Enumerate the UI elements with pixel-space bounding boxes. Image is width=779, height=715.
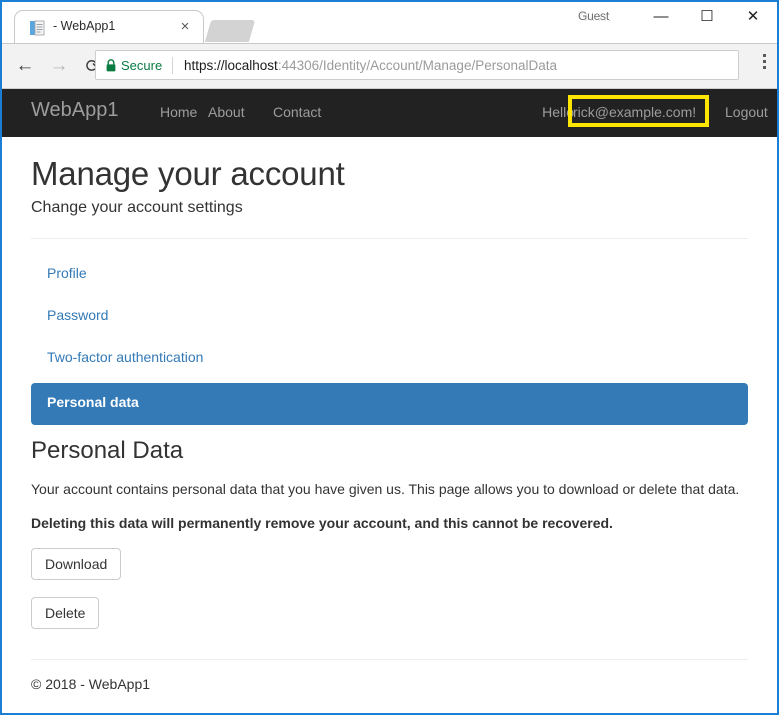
footer-text: © 2018 - WebApp1 xyxy=(31,675,151,692)
account-nav-link-profile[interactable]: Profile xyxy=(47,255,87,281)
account-nav-list: Profile Password Two-factor authenticati… xyxy=(31,255,748,425)
site-navbar: WebApp1 Home About Contact Hello rick@ex… xyxy=(2,89,777,137)
logout-link[interactable]: Logout xyxy=(725,104,768,120)
address-bar[interactable]: Secure https://localhost:44306/Identity/… xyxy=(95,50,739,80)
profile-label[interactable]: Guest xyxy=(578,9,609,23)
header-divider xyxy=(31,238,748,239)
download-button[interactable]: Download xyxy=(31,547,122,580)
three-dot-menu-icon[interactable] xyxy=(763,54,767,76)
nav-item-about[interactable]: About xyxy=(208,104,245,120)
browser-titlebar: - WebApp1 × Guest — ☐ ✕ xyxy=(2,2,777,44)
nav-item-home[interactable]: Home xyxy=(160,104,197,120)
section-title: Personal Data xyxy=(31,437,184,464)
tab-title: - WebApp1 xyxy=(53,19,116,33)
site-brand[interactable]: WebApp1 xyxy=(31,99,118,122)
lock-icon xyxy=(106,59,116,72)
window-close-button[interactable]: ✕ xyxy=(730,2,776,32)
document-icon xyxy=(30,20,45,36)
page-viewport: WebApp1 Home About Contact Hello rick@ex… xyxy=(2,89,777,713)
maximize-icon: ☐ xyxy=(700,8,714,25)
close-icon: ✕ xyxy=(746,8,760,25)
url-path: :44306/Identity/Account/Manage/PersonalD… xyxy=(277,58,557,73)
new-tab-stub[interactable] xyxy=(204,20,256,42)
browser-toolbar: ← → ⟳ Secure https://localhost:44306/Ide… xyxy=(2,44,777,89)
account-nav-item-password: Password xyxy=(31,297,748,339)
omnibox-separator xyxy=(172,57,173,74)
back-icon[interactable]: ← xyxy=(10,51,40,81)
minimize-icon: — xyxy=(653,8,669,25)
delete-button[interactable]: Delete xyxy=(31,596,100,629)
url-domain: https://localhost xyxy=(184,58,278,73)
tab-close-icon[interactable]: × xyxy=(177,19,193,35)
description-paragraph: Your account contains personal data that… xyxy=(31,481,740,497)
account-nav-item-two-factor: Two-factor authentication xyxy=(31,339,748,381)
page-subtitle: Change your account settings xyxy=(31,199,243,216)
account-nav-item-personal-data[interactable]: Personal data xyxy=(31,383,748,425)
forward-icon[interactable]: → xyxy=(44,51,74,81)
user-email-link[interactable]: rick@example.com! xyxy=(573,104,696,120)
footer-divider xyxy=(31,658,748,660)
browser-window: - WebApp1 × Guest — ☐ ✕ ← → ⟳ Secure htt… xyxy=(0,0,779,715)
window-maximize-button[interactable]: ☐ xyxy=(684,2,730,32)
account-nav-item-profile: Profile xyxy=(31,255,748,297)
warning-paragraph: Deleting this data will permanently remo… xyxy=(31,515,613,532)
window-minimize-button[interactable]: — xyxy=(638,2,684,32)
account-nav-link-password[interactable]: Password xyxy=(47,297,108,323)
page-title: Manage your account xyxy=(31,155,345,192)
account-nav-link-personal-data[interactable]: Personal data xyxy=(47,383,139,410)
url-text: https://localhost:44306/Identity/Account… xyxy=(184,57,557,75)
browser-tab[interactable]: - WebApp1 × xyxy=(14,10,204,44)
nav-item-contact[interactable]: Contact xyxy=(273,104,321,120)
page-container: Manage your account Change your account … xyxy=(2,155,777,692)
account-nav-link-two-factor[interactable]: Two-factor authentication xyxy=(47,339,203,365)
security-label: Secure xyxy=(121,58,163,73)
greeting-label: Hello xyxy=(542,104,574,120)
